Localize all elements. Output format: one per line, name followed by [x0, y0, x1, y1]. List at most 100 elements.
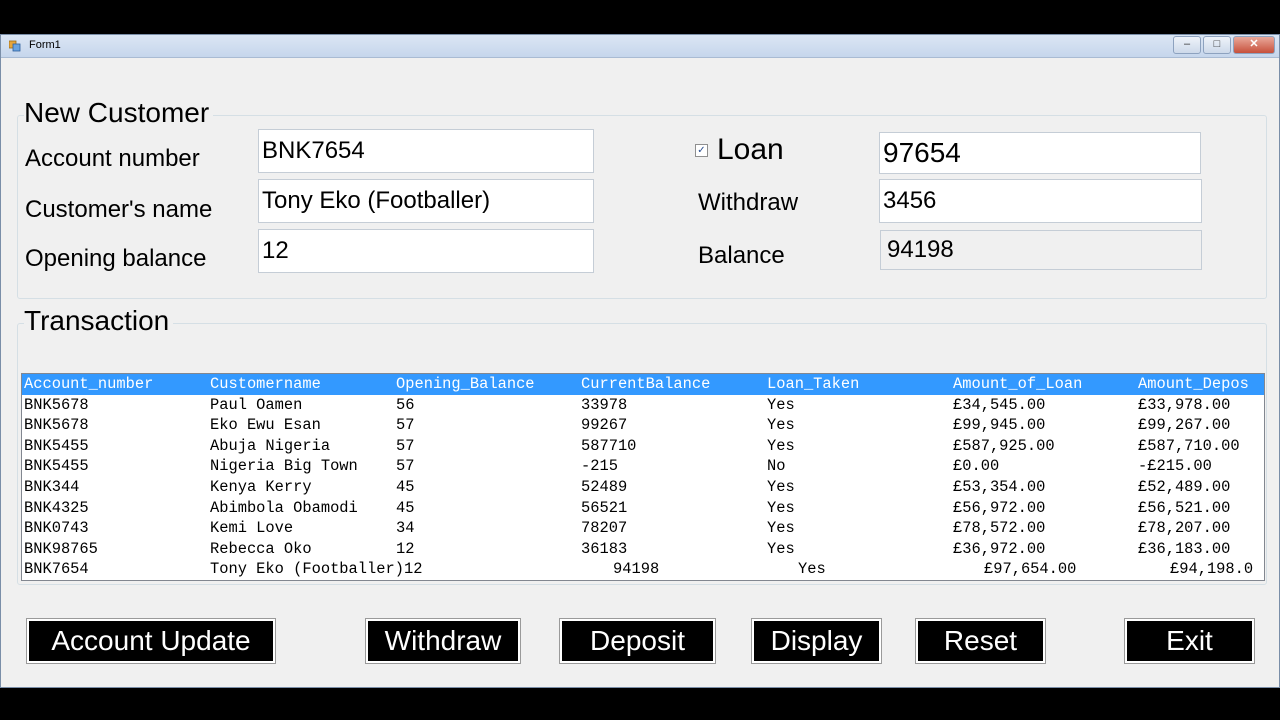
account-update-button[interactable]: Account Update	[26, 618, 276, 664]
table-cell: Nigeria Big Town	[210, 457, 358, 476]
account-number-label: Account number	[25, 145, 200, 172]
table-cell: Yes	[767, 436, 795, 455]
table-cell: 36183	[581, 539, 628, 558]
balance-label: Balance	[698, 242, 785, 269]
table-cell: Abimbola Obamodi	[210, 498, 358, 517]
table-cell: £94,198.0	[1170, 560, 1254, 579]
table-cell: £78,207.00	[1138, 519, 1231, 538]
table-cell: Yes	[767, 539, 795, 558]
table-cell: Rebecca Oko	[210, 539, 312, 558]
loan-input[interactable]	[879, 132, 1201, 174]
table-cell: No	[767, 457, 786, 476]
table-row[interactable]: BNK0743 Kemi Love 34 78207 Yes £78,572.0…	[22, 518, 1264, 539]
exit-button[interactable]: Exit	[1124, 618, 1255, 664]
table-cell: £56,521.00	[1138, 498, 1231, 517]
title-bar[interactable]: Form1 – □ ✕	[1, 35, 1279, 58]
table-cell: Yes	[767, 498, 795, 517]
table-cell: 57	[396, 457, 415, 476]
table-cell: £99,267.00	[1138, 416, 1231, 435]
withdraw-button[interactable]: Withdraw	[365, 618, 521, 664]
table-cell: £36,972.00	[953, 539, 1046, 558]
display-button[interactable]: Display	[751, 618, 882, 664]
table-cell: Yes	[767, 477, 795, 496]
transaction-legend: Transaction	[24, 305, 174, 337]
opening-balance-label: Opening balance	[25, 245, 207, 272]
table-cell: £587,925.00	[953, 436, 1055, 455]
reset-button[interactable]: Reset	[915, 618, 1046, 664]
table-cell: Yes	[767, 519, 795, 538]
table-cell: Eko Ewu Esan	[210, 416, 321, 435]
balance-output	[880, 230, 1202, 270]
column-header[interactable]: Loan_Taken	[767, 375, 859, 393]
loan-checkbox[interactable]: ✓	[695, 144, 708, 157]
close-icon[interactable]: ✕	[1233, 36, 1275, 54]
minimize-icon[interactable]: –	[1173, 36, 1201, 54]
column-header[interactable]: Opening_Balance	[396, 375, 535, 393]
table-cell: Yes	[798, 560, 826, 579]
table-cell: 45	[396, 477, 415, 496]
customer-name-input[interactable]	[258, 179, 594, 223]
transaction-grid[interactable]: Account_number Customername Opening_Bala…	[21, 373, 1265, 581]
table-cell: £36,183.00	[1138, 539, 1231, 558]
form-window: Form1 – □ ✕ New Customer Account number …	[0, 34, 1280, 688]
column-header[interactable]: Amount_Depos	[1138, 375, 1249, 393]
table-cell: Paul Oamen	[210, 395, 303, 414]
table-cell: BNK7654	[24, 560, 89, 579]
table-cell: £33,978.00	[1138, 395, 1231, 414]
table-cell: -£215.00	[1138, 457, 1212, 476]
table-cell: £99,945.00	[953, 416, 1046, 435]
table-cell: BNK98765	[24, 539, 98, 558]
table-cell: 78207	[581, 519, 628, 538]
opening-balance-input[interactable]	[258, 229, 594, 273]
withdraw-label: Withdraw	[698, 189, 799, 216]
table-cell: £34,545.00	[953, 395, 1046, 414]
table-row[interactable]: BNK5678 Eko Ewu Esan 57 99267 Yes £99,94…	[22, 415, 1264, 436]
table-cell: BNK0743	[24, 519, 89, 538]
column-header[interactable]: Amount_of_Loan	[953, 375, 1082, 393]
table-row[interactable]: BNK344 Kenya Kerry 45 52489 Yes £53,354.…	[22, 477, 1264, 498]
table-cell: £97,654.00	[984, 560, 1077, 579]
column-header[interactable]: Account_number	[24, 375, 153, 393]
window-title: Form1	[29, 39, 61, 51]
table-row[interactable]: BNK7654 Tony Eko (Footballer)12 94198 Ye…	[22, 559, 1264, 580]
table-row[interactable]: BNK5455 Abuja Nigeria 57 587710 Yes £587…	[22, 436, 1264, 457]
form-app-icon	[9, 40, 21, 52]
table-cell: 94198	[613, 560, 660, 579]
table-cell: 33978	[581, 395, 628, 414]
maximize-icon[interactable]: □	[1203, 36, 1231, 54]
customer-name-label: Customer's name	[25, 196, 213, 223]
table-row[interactable]: BNK4325 Abimbola Obamodi 45 56521 Yes £5…	[22, 498, 1264, 519]
table-cell: -215	[581, 457, 618, 476]
table-cell: 45	[396, 498, 415, 517]
table-cell: Yes	[767, 395, 795, 414]
table-cell: BNK5678	[24, 416, 89, 435]
table-cell: BNK5455	[24, 436, 89, 455]
table-row[interactable]: BNK5455 Nigeria Big Town 57 -215 No £0.0…	[22, 456, 1264, 477]
table-cell: £52,489.00	[1138, 477, 1231, 496]
table-cell: £53,354.00	[953, 477, 1046, 496]
table-cell: 587710	[581, 436, 637, 455]
table-cell: Kemi Love	[210, 519, 294, 538]
form-client-area: New Customer Account number Customer's n…	[9, 59, 1275, 685]
table-row[interactable]: BNK98765 Rebecca Oko 12 36183 Yes £36,97…	[22, 539, 1264, 560]
table-cell: 99267	[581, 416, 628, 435]
table-row[interactable]: BNK5678 Paul Oamen 56 33978 Yes £34,545.…	[22, 395, 1264, 416]
table-cell: £0.00	[953, 457, 1000, 476]
table-cell: BNK5455	[24, 457, 89, 476]
column-header[interactable]: CurrentBalance	[581, 375, 710, 393]
table-cell: 34	[396, 519, 415, 538]
withdraw-input[interactable]	[879, 179, 1202, 223]
table-cell: Kenya Kerry	[210, 477, 312, 496]
column-header[interactable]: Customername	[210, 375, 321, 393]
table-cell: BNK5678	[24, 395, 89, 414]
table-cell: 57	[396, 436, 415, 455]
table-cell: £78,572.00	[953, 519, 1046, 538]
new-customer-legend: New Customer	[24, 97, 214, 129]
table-cell: BNK4325	[24, 498, 89, 517]
table-cell: Tony Eko (Footballer)12	[210, 560, 423, 579]
deposit-button[interactable]: Deposit	[559, 618, 716, 664]
table-cell: 52489	[581, 477, 628, 496]
account-number-input[interactable]	[258, 129, 594, 173]
loan-label: Loan	[717, 133, 784, 166]
window-controls: – □ ✕	[1171, 36, 1275, 54]
